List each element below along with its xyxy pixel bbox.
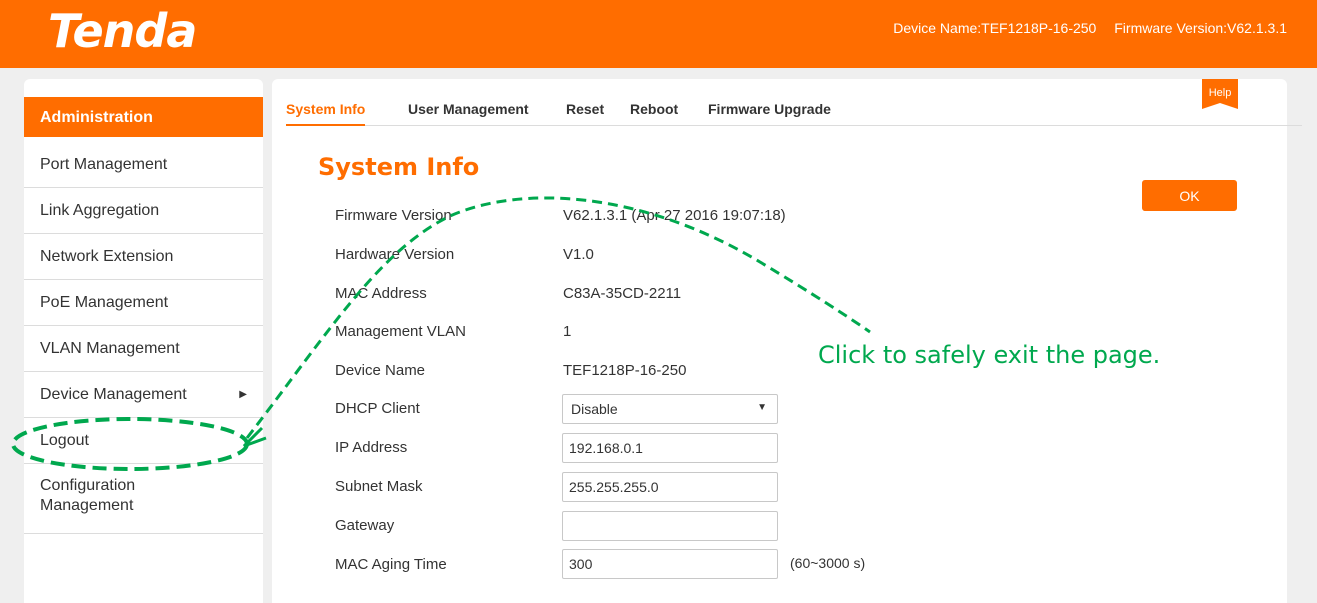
- hardware-version-value: V1.0: [563, 246, 594, 263]
- sidebar-item-link-aggregation[interactable]: Link Aggregation: [24, 188, 263, 234]
- firmware-version-text: Firmware Version:V62.1.3.1: [1114, 20, 1287, 36]
- device-name-value: TEF1218P-16-250: [563, 362, 687, 379]
- dhcp-client-select[interactable]: Disable ▼: [562, 394, 778, 424]
- ip-address-label: IP Address: [335, 439, 408, 456]
- device-name-text: Device Name:TEF1218P-16-250: [893, 20, 1097, 36]
- annotation-text: Click to safely exit the page.: [818, 341, 1161, 369]
- subnet-mask-input[interactable]: [562, 472, 778, 502]
- sidebar-item-label: VLAN Management: [40, 340, 180, 357]
- tab-bar: System Info User Management Reset Reboot…: [286, 101, 1302, 126]
- tenda-logo: Tenda: [48, 4, 197, 58]
- gateway-input[interactable]: [562, 511, 778, 541]
- tab-firmware-upgrade[interactable]: Firmware Upgrade: [708, 101, 831, 124]
- dhcp-client-selected: Disable: [571, 401, 618, 417]
- device-name-label: Device Name: [335, 362, 426, 379]
- page-title: System Info: [318, 153, 480, 181]
- sidebar-item-network-extension[interactable]: Network Extension: [24, 234, 263, 280]
- tab-system-info[interactable]: System Info: [286, 101, 366, 126]
- sidebar-item-configuration-management[interactable]: Configuration Management: [24, 464, 263, 534]
- hardware-version-label: Hardware Version: [335, 246, 455, 263]
- ok-button[interactable]: OK: [1142, 180, 1237, 211]
- triangle-right-icon: ▶: [239, 389, 247, 400]
- sidebar-item-label: Administration: [40, 109, 153, 126]
- tab-reset[interactable]: Reset: [566, 101, 604, 124]
- sidebar-item-administration[interactable]: Administration: [24, 97, 263, 137]
- tab-user-management[interactable]: User Management: [408, 101, 529, 124]
- sidebar-item-label: Network Extension: [40, 248, 174, 265]
- firmware-version-label: Firmware Version: [335, 207, 452, 224]
- sidebar-item-label: Configuration: [40, 477, 136, 494]
- sidebar-item-vlan-management[interactable]: VLAN Management: [24, 326, 263, 372]
- chevron-down-icon: ▼: [757, 402, 767, 413]
- sidebar-item-poe-management[interactable]: PoE Management: [24, 280, 263, 326]
- mac-aging-time-label: MAC Aging Time: [335, 556, 447, 573]
- sidebar: Administration Port Management Link Aggr…: [24, 79, 263, 603]
- management-vlan-value: 1: [563, 323, 572, 340]
- sidebar-item-label: Device Management: [40, 386, 187, 403]
- sidebar-item-label: Port Management: [40, 156, 168, 173]
- sidebar-item-label: Management: [40, 497, 134, 514]
- sidebar-item-logout[interactable]: Logout: [24, 418, 263, 464]
- management-vlan-label: Management VLAN: [335, 323, 466, 340]
- sidebar-item-label: PoE Management: [40, 294, 169, 311]
- subnet-mask-label: Subnet Mask: [335, 478, 423, 495]
- gateway-label: Gateway: [335, 517, 395, 534]
- mac-address-label: MAC Address: [335, 285, 427, 302]
- sidebar-item-label: Link Aggregation: [40, 202, 160, 219]
- mac-aging-time-input[interactable]: [562, 549, 778, 579]
- dhcp-client-label: DHCP Client: [335, 400, 420, 417]
- header-device-info: Device Name:TEF1218P-16-250 Firmware Ver…: [879, 20, 1287, 36]
- tab-reboot[interactable]: Reboot: [630, 101, 678, 124]
- sidebar-item-label: Logout: [40, 432, 89, 449]
- mac-address-value: C83A-35CD-2211: [563, 285, 682, 302]
- sidebar-item-port-management[interactable]: Port Management: [24, 142, 263, 188]
- sidebar-item-device-management[interactable]: Device Management ▶: [24, 372, 263, 418]
- ip-address-input[interactable]: [562, 433, 778, 463]
- mac-aging-time-unit: (60~3000 s): [790, 555, 866, 571]
- firmware-version-value: V62.1.3.1 (Apr 27 2016 19:07:18): [563, 207, 786, 224]
- top-header: Tenda Device Name:TEF1218P-16-250 Firmwa…: [0, 0, 1317, 68]
